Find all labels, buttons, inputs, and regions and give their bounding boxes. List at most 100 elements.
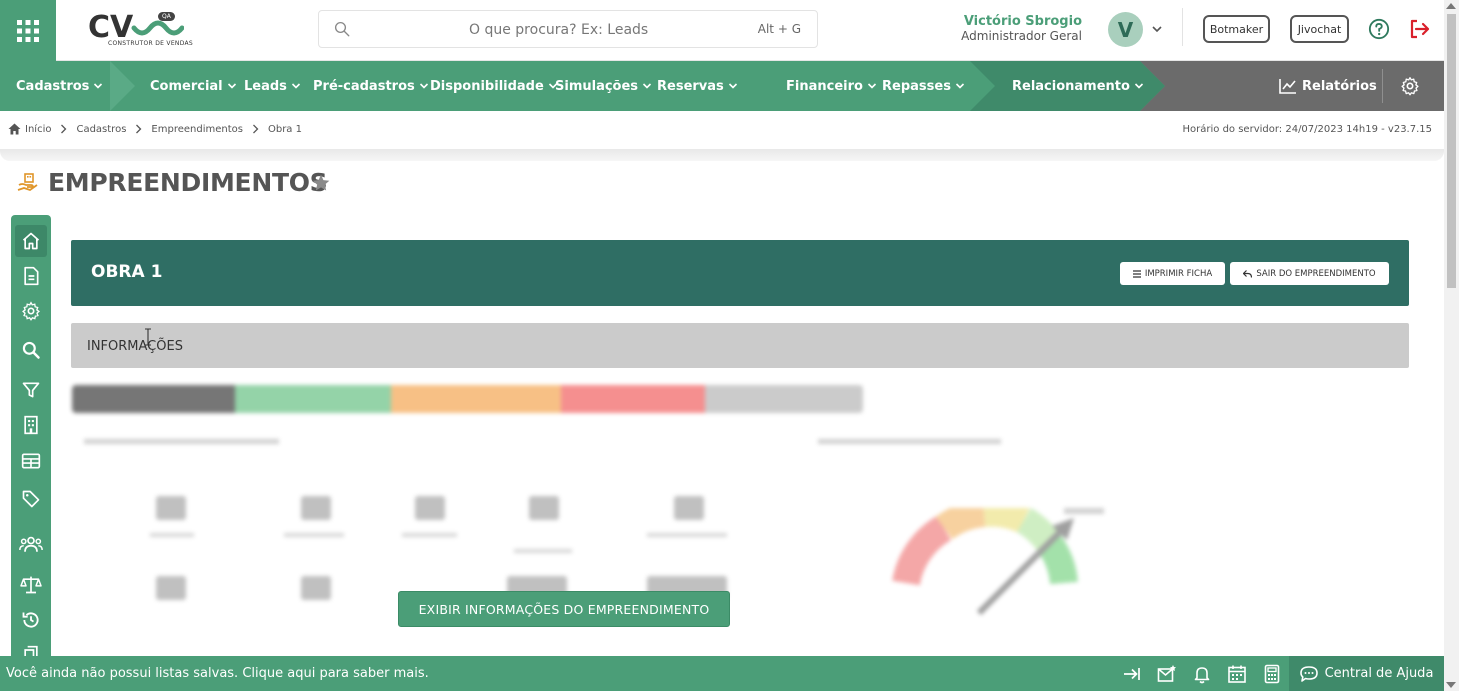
chevron-down-icon[interactable]	[1150, 22, 1164, 36]
search-input[interactable]	[469, 20, 769, 40]
blurred-stat-label	[647, 533, 727, 537]
filter-icon	[22, 382, 40, 398]
chevron-down-icon	[419, 83, 428, 89]
document-icon	[24, 266, 39, 286]
nav-simulacoes[interactable]: Simulações	[555, 61, 652, 111]
calendar-icon[interactable]	[1227, 664, 1247, 684]
scroll-down-arrow[interactable]	[1446, 682, 1456, 688]
logout-icon[interactable]	[1407, 17, 1431, 41]
rail-settings[interactable]	[15, 295, 47, 327]
blurred-stat	[156, 496, 186, 520]
obra-title: OBRA 1	[91, 262, 163, 282]
chevron-down-icon	[867, 83, 877, 89]
header-divider	[1182, 8, 1183, 46]
blurred-section-title-left	[84, 439, 279, 444]
blurred-stat	[301, 496, 331, 520]
print-button[interactable]: IMPRIMIR FICHA	[1120, 262, 1225, 285]
footer-bar: Você ainda não possui listas salvas. Cli…	[0, 656, 1444, 691]
logo-subtitle: CONSTRUTOR DE VENDAS	[108, 40, 194, 47]
help-circle-icon[interactable]	[1368, 18, 1390, 40]
nav-leads[interactable]: Leads	[244, 61, 301, 111]
avatar[interactable]: V	[1108, 12, 1143, 47]
search-icon	[22, 341, 40, 359]
chevron-down-icon	[642, 83, 652, 89]
search-icon	[334, 21, 350, 37]
rail-filter[interactable]	[15, 374, 47, 406]
breadcrumb-item-empreendimentos[interactable]: Empreendimentos	[151, 124, 243, 135]
building-icon	[24, 415, 38, 435]
saved-lists-message[interactable]: Você ainda não possui listas salvas. Cli…	[6, 666, 429, 681]
nav-repasses[interactable]: Repasses	[882, 61, 965, 111]
rail-buildings[interactable]	[15, 409, 47, 441]
side-rail	[11, 215, 51, 665]
chevron-right-icon	[136, 124, 142, 134]
nav-financeiro[interactable]: Financeiro	[786, 61, 877, 111]
rail-users[interactable]	[15, 528, 47, 560]
chevron-down-icon	[955, 83, 965, 89]
blurred-stat	[301, 576, 331, 600]
calculator-icon[interactable]	[1262, 664, 1282, 684]
blurred-stat-label	[284, 533, 344, 537]
list-icon	[1132, 269, 1141, 278]
chevron-right-icon	[253, 124, 259, 134]
users-icon	[19, 536, 43, 552]
exit-empreendimento-button[interactable]: SAIR DO EMPREENDIMENTO	[1230, 262, 1389, 285]
scroll-up-arrow[interactable]	[1446, 3, 1456, 9]
obra-banner: OBRA 1 IMPRIMIR FICHA SAIR DO EMPREENDIM…	[71, 240, 1409, 306]
bell-icon[interactable]	[1192, 664, 1212, 684]
mail-star-icon[interactable]	[1157, 664, 1177, 684]
blurred-stat	[156, 576, 186, 600]
rail-tags[interactable]	[15, 483, 47, 515]
legend-chip-red	[561, 385, 705, 413]
table-icon	[21, 453, 41, 469]
nav-reservas[interactable]: Reservas	[657, 61, 738, 111]
blurred-gauge	[892, 508, 1104, 616]
tag-icon	[22, 490, 40, 508]
chevron-down-icon	[291, 83, 300, 89]
breadcrumb-item-inicio[interactable]: Início	[25, 124, 51, 135]
rail-search[interactable]	[15, 334, 47, 366]
app-root: CV QA CONSTRUTOR DE VENDAS Alt + G Victó…	[0, 0, 1459, 691]
rail-history[interactable]	[15, 604, 47, 636]
blurred-section-title-right	[818, 439, 1001, 444]
apps-menu-button[interactable]	[0, 0, 56, 61]
search-shortcut: Alt + G	[757, 22, 801, 36]
nav-divider	[1382, 69, 1383, 103]
reply-icon	[1243, 269, 1253, 278]
nav-comercial[interactable]: Comercial	[150, 61, 237, 111]
breadcrumb-shadow	[0, 149, 1444, 161]
legend-chip-green	[235, 385, 391, 413]
nav-relatorios[interactable]: Relatórios	[1279, 61, 1377, 111]
informacoes-label: INFORMAÇÕES	[87, 339, 183, 354]
informacoes-section-header[interactable]: INFORMAÇÕES	[71, 323, 1409, 368]
breadcrumb-item-cadastros[interactable]: Cadastros	[76, 124, 126, 135]
scale-icon	[20, 576, 42, 594]
rail-home[interactable]	[15, 225, 47, 257]
chat-bubble-icon	[1299, 665, 1318, 682]
nav-disponibilidade[interactable]: Disponibilidade	[430, 61, 558, 111]
env-badge: QA	[158, 12, 175, 21]
apps-grid-icon	[17, 19, 39, 42]
nav-relacionamento[interactable]: Relacionamento	[1012, 61, 1144, 111]
scrollbar-thumb[interactable]	[1447, 14, 1456, 288]
nav-cadastros[interactable]: Cadastros	[16, 61, 103, 111]
botmaker-button[interactable]: Botmaker	[1203, 15, 1270, 43]
rail-legal[interactable]	[15, 569, 47, 601]
home-icon[interactable]	[8, 123, 21, 135]
rail-table[interactable]	[15, 445, 47, 477]
history-icon	[22, 612, 39, 628]
rail-documents[interactable]	[15, 260, 47, 292]
nav-pre-cadastros[interactable]: Pré-cadastros	[313, 61, 429, 111]
server-time: Horário do servidor: 24/07/2023 14h19 - …	[1182, 124, 1432, 135]
global-search[interactable]: Alt + G	[318, 10, 818, 48]
chevron-right-icon	[61, 124, 67, 134]
jivochat-button[interactable]: Jivochat	[1290, 15, 1349, 43]
help-center-button[interactable]: Central de Ajuda	[1289, 656, 1444, 691]
page-title: EMPREENDIMENTOS	[48, 168, 328, 197]
gear-icon[interactable]	[1400, 76, 1420, 96]
star-icon[interactable]	[311, 173, 331, 193]
show-info-button[interactable]: EXIBIR INFORMAÇÕES DO EMPREENDIMENTO	[398, 591, 730, 627]
arrow-to-right-icon[interactable]	[1122, 664, 1142, 684]
user-name[interactable]: Victório Sbrogio	[964, 14, 1082, 29]
top-header: CV QA CONSTRUTOR DE VENDAS Alt + G Victó…	[0, 0, 1444, 61]
